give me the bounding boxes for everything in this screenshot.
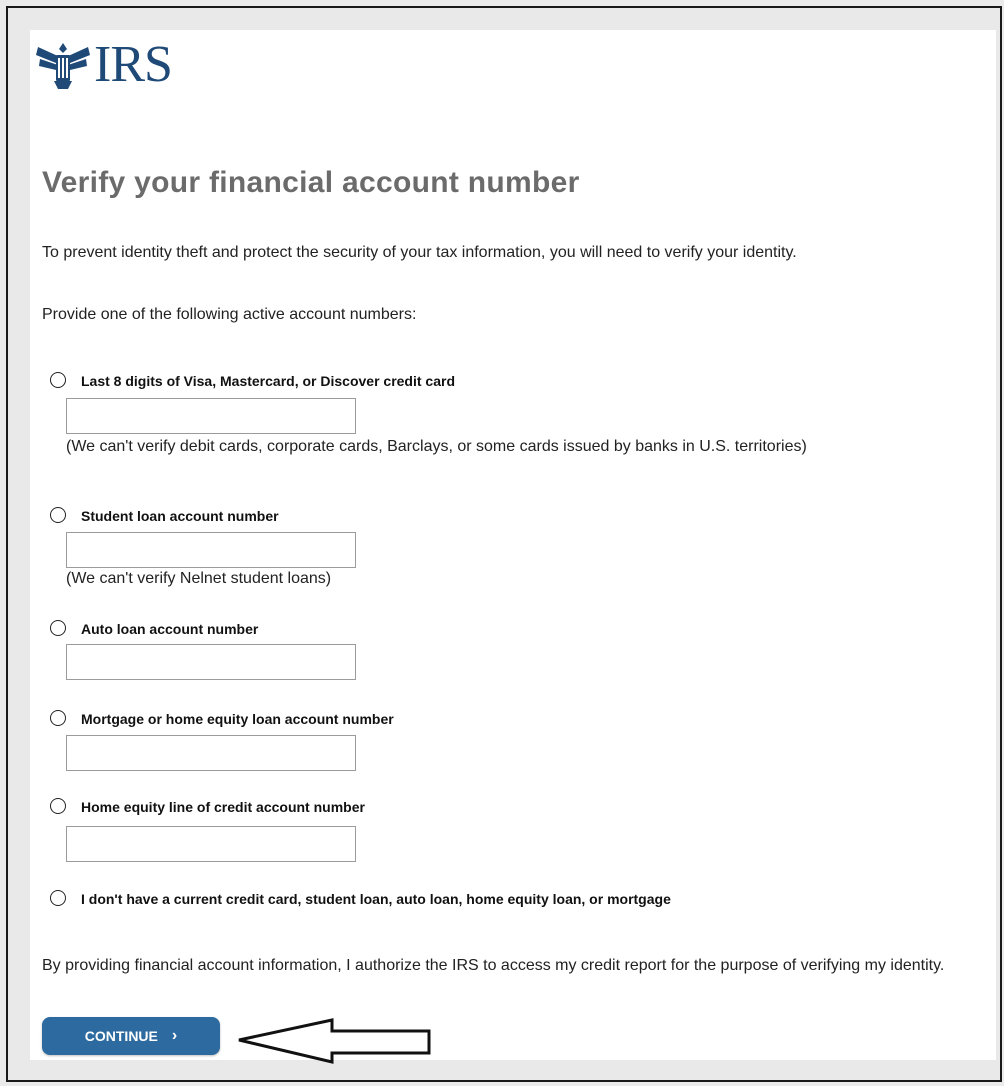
student-loan-note: (We can't verify Nelnet student loans) xyxy=(66,570,332,587)
radio-mortgage[interactable] xyxy=(50,710,66,726)
continue-button[interactable]: CONTINUE › xyxy=(42,1017,220,1055)
radio-auto-loan[interactable] xyxy=(50,620,66,636)
option-label-heloc: Home equity line of credit account numbe… xyxy=(81,799,365,815)
student-loan-input[interactable] xyxy=(66,532,356,568)
irs-logo-text: IRS xyxy=(94,36,173,93)
credit-card-digits-input[interactable] xyxy=(66,398,356,434)
heloc-input[interactable] xyxy=(66,826,356,862)
continue-button-label: CONTINUE xyxy=(84,1028,158,1044)
credit-card-note: (We can't verify debit cards, corporate … xyxy=(66,438,807,455)
radio-credit-card[interactable] xyxy=(50,372,66,388)
chevron-right-icon: › xyxy=(171,1027,178,1044)
option-label-auto-loan: Auto loan account number xyxy=(81,621,259,637)
intro-text: To prevent identity theft and protect th… xyxy=(42,244,797,261)
option-label-student-loan: Student loan account number xyxy=(81,508,279,524)
provide-instructions: Provide one of the following active acco… xyxy=(42,306,417,323)
radio-heloc[interactable] xyxy=(50,798,66,814)
radio-no-account[interactable] xyxy=(50,890,66,906)
irs-logo: IRS xyxy=(34,34,173,96)
page-title: Verify your financial account number xyxy=(42,166,580,199)
auto-loan-input[interactable] xyxy=(66,644,356,680)
option-label-mortgage: Mortgage or home equity loan account num… xyxy=(81,711,394,727)
left-arrow-icon xyxy=(238,1018,431,1064)
option-label-no-account: I don't have a current credit card, stud… xyxy=(81,891,671,907)
verification-page: IRS Verify your financial account number… xyxy=(30,30,996,1064)
option-label-credit-card: Last 8 digits of Visa, Mastercard, or Di… xyxy=(81,373,455,389)
mortgage-input[interactable] xyxy=(66,735,356,771)
radio-student-loan[interactable] xyxy=(50,507,66,523)
authorization-text: By providing financial account informati… xyxy=(42,957,945,974)
eagle-emblem-icon xyxy=(36,43,90,89)
